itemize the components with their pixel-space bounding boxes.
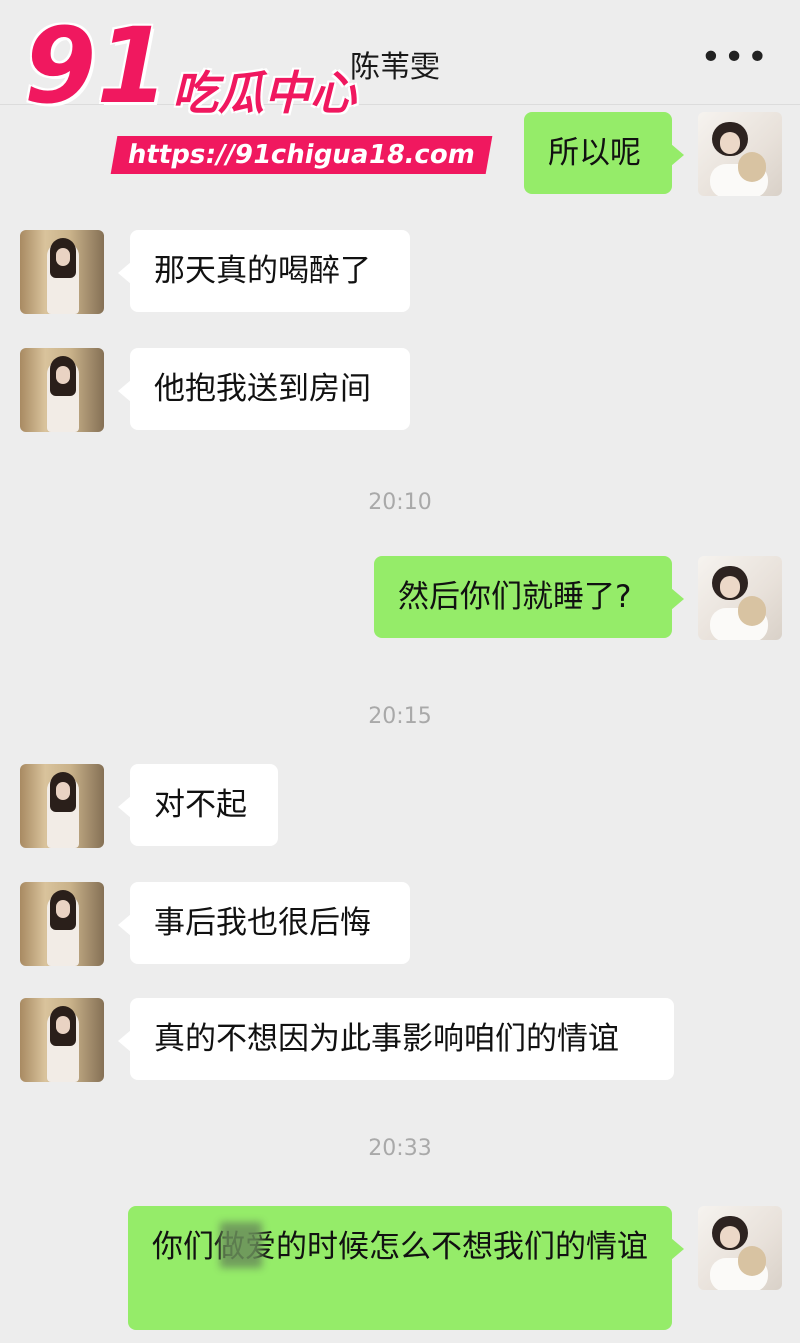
my-avatar[interactable] [698, 556, 782, 640]
contact-avatar[interactable] [20, 882, 104, 966]
timestamp: 20:10 [368, 490, 432, 515]
watermark-logo: 91 吃瓜中心 https://91chigua18.com [24, 5, 493, 174]
watermark-url: https://91chigua18.com [110, 136, 493, 174]
timestamp: 20:15 [368, 704, 432, 729]
timestamp: 20:33 [368, 1136, 432, 1161]
contact-avatar[interactable] [20, 998, 104, 1082]
message-bubble-incoming[interactable]: 对不起 [118, 764, 278, 846]
message-bubble-outgoing[interactable]: 然后你们就睡了? [374, 556, 684, 638]
contact-avatar[interactable] [20, 764, 104, 848]
blur-overlay [220, 1222, 262, 1268]
message-bubble-incoming[interactable]: 他抱我送到房间 [118, 348, 410, 430]
contact-avatar[interactable] [20, 230, 104, 314]
more-options-icon[interactable]: ••• [700, 40, 770, 76]
my-avatar[interactable] [698, 112, 782, 196]
message-bubble-incoming[interactable]: 那天真的喝醉了 [118, 230, 410, 312]
message-bubble-outgoing[interactable]: 所以呢 [524, 112, 684, 194]
watermark-number: 91 [24, 5, 169, 127]
my-avatar[interactable] [698, 1206, 782, 1290]
watermark-text: 吃瓜中心 [172, 66, 356, 120]
contact-avatar[interactable] [20, 348, 104, 432]
message-bubble-incoming[interactable]: 真的不想因为此事影响咱们的情谊 [118, 998, 674, 1080]
message-bubble-outgoing[interactable]: 你们做爱的时候怎么不想我们的情谊 [128, 1206, 684, 1330]
message-bubble-incoming[interactable]: 事后我也很后悔 [118, 882, 410, 964]
